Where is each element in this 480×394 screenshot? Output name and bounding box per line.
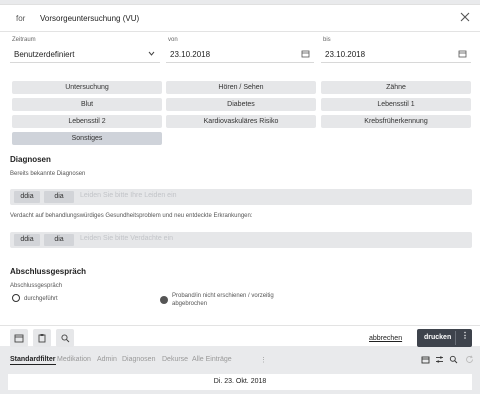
known-diagnoses-placeholder: Leiden Sie bitte Ihre Leiden ein (80, 192, 177, 199)
bottom-tab[interactable]: Standardfilter (10, 356, 56, 365)
vu-dialog: for Vorsorgeuntersuchung (VU) Zeitraum B… (0, 4, 480, 347)
bottom-tab[interactable]: Alle Einträge (192, 356, 232, 363)
known-diagnoses-label: Bereits bekannte Diagnosen (10, 171, 86, 177)
radio-nicht-erschienen-label-1: Proband/in nicht erschienen / vorzeitig (172, 293, 274, 299)
refresh-icon[interactable] (465, 355, 474, 364)
dialog-footer: abbrechen drucken ⋮ (0, 325, 480, 351)
closing-title: Abschlussgespräch (10, 267, 87, 276)
calendar-button[interactable] (10, 329, 28, 347)
category-button[interactable]: Zähne (321, 81, 471, 94)
category-button[interactable]: Diabetes (166, 98, 316, 111)
zeitraum-select[interactable]: Benutzerdefiniert (10, 45, 160, 63)
dialog-header: for Vorsorgeuntersuchung (VU) (0, 5, 480, 32)
bottom-tab[interactable]: Dekurse (162, 356, 188, 363)
dia-tag[interactable]: dia (44, 234, 74, 246)
calendar-icon (14, 334, 24, 343)
known-diagnoses-input[interactable]: ddia dia Leiden Sie bitte Ihre Leiden ei… (10, 189, 472, 205)
calendar-icon[interactable] (301, 49, 310, 58)
von-value: 23.10.2018 (170, 50, 211, 59)
bottom-tabs-more-icon[interactable]: ⋮ (260, 356, 267, 364)
calendar-icon[interactable] (458, 49, 467, 58)
search-icon[interactable] (449, 355, 458, 364)
bis-label: bis (323, 37, 331, 43)
date-strip-label: Di. 23. Okt. 2018 (213, 378, 267, 385)
suspect-diagnoses-label: Verdacht auf behandlungswürdiges Gesundh… (10, 213, 253, 219)
category-button[interactable]: Lebensstil 1 (321, 98, 471, 111)
bis-date-field[interactable]: 23.10.2018 (321, 45, 471, 63)
diagnoses-title: Diagnosen (10, 155, 51, 164)
category-button[interactable]: Kardiovaskuläres Risiko (166, 115, 316, 128)
ddia-tag[interactable]: ddia (14, 191, 40, 203)
clipboard-icon (38, 334, 46, 343)
clipboard-button[interactable] (33, 329, 51, 347)
radio-nicht-erschienen-label-2: abgebrochen (172, 301, 208, 307)
more-options-icon[interactable]: ⋮ (461, 331, 469, 340)
zoom-button[interactable] (56, 329, 74, 347)
dialog-title: Vorsorgeuntersuchung (VU) (40, 14, 140, 23)
print-button-label: drucken (424, 334, 452, 341)
bottom-tab-bar: Standardfilter Medikation Admin Diagnosen De… (0, 350, 480, 370)
suspect-diagnoses-placeholder: Leiden Sie bitte Verdachte ein (80, 235, 174, 242)
bottom-tab[interactable]: Diagnosen (122, 356, 155, 363)
for-label: for (16, 14, 26, 23)
close-icon[interactable] (458, 10, 472, 24)
calendar-icon[interactable] (421, 355, 430, 364)
category-button[interactable]: Blut (12, 98, 162, 111)
filter-sliders-icon[interactable] (435, 355, 444, 364)
category-button[interactable]: Hören / Sehen (166, 81, 316, 94)
category-button[interactable]: Krebsfrüherkennung (321, 115, 471, 128)
date-strip: Di. 23. Okt. 2018 (8, 374, 472, 390)
bottom-tab[interactable]: Admin (97, 356, 117, 363)
print-button[interactable]: drucken ⋮ (417, 329, 472, 347)
radio-durchgefuehrt[interactable] (12, 294, 20, 302)
closing-sub-label: Abschlussgespräch (10, 283, 63, 289)
category-button[interactable]: Untersuchung (12, 81, 162, 94)
zeitraum-value: Benutzerdefiniert (14, 50, 75, 59)
von-label: von (168, 37, 178, 43)
category-button[interactable]: Sonstiges (12, 132, 162, 145)
radio-nicht-erschienen[interactable] (160, 296, 168, 304)
suspect-diagnoses-input[interactable]: ddia dia Leiden Sie bitte Verdachte ein (10, 232, 472, 248)
print-button-divider (455, 331, 456, 345)
cancel-link[interactable]: abbrechen (369, 335, 402, 342)
radio-durchgefuehrt-label: durchgeführt (24, 296, 58, 302)
magnifier-icon (61, 334, 70, 343)
chevron-down-icon (147, 49, 156, 58)
von-date-field[interactable]: 23.10.2018 (166, 45, 314, 63)
bis-value: 23.10.2018 (325, 50, 366, 59)
bottom-tab[interactable]: Medikation (57, 356, 91, 363)
dia-tag[interactable]: dia (44, 191, 74, 203)
ddia-tag[interactable]: ddia (14, 234, 40, 246)
category-button[interactable]: Lebensstil 2 (12, 115, 162, 128)
zeitraum-label: Zeitraum (12, 37, 36, 43)
